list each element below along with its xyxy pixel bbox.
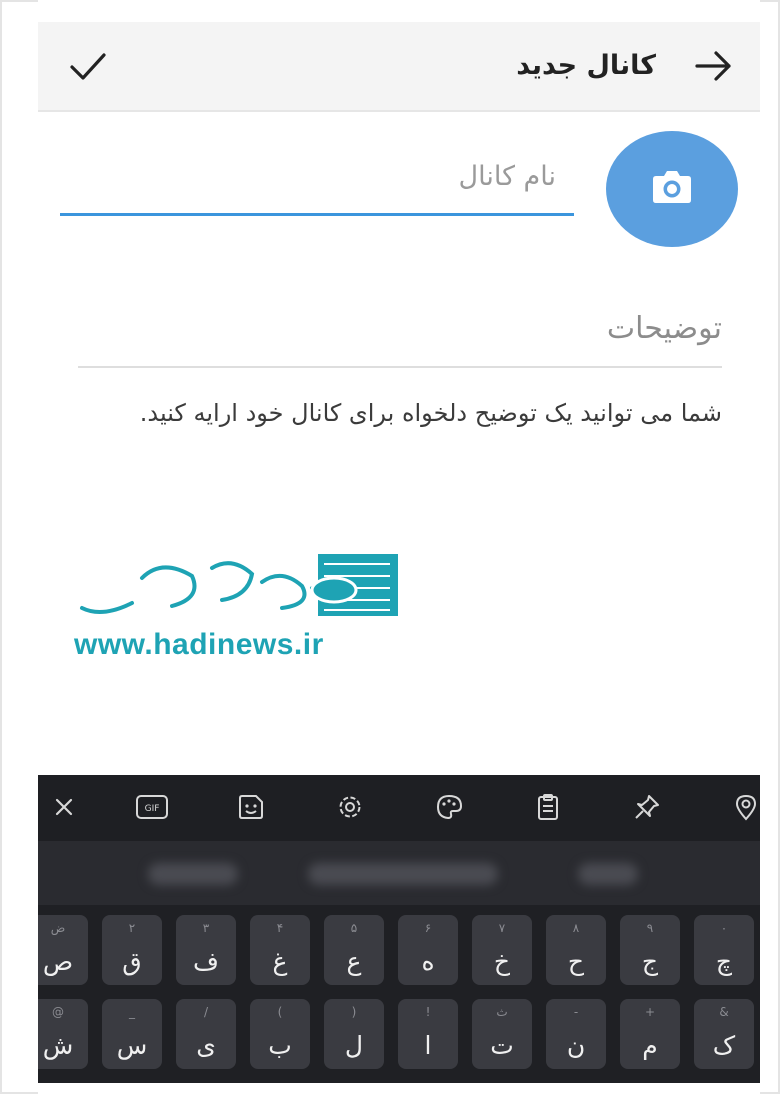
key-secondary-label: ۶ — [424, 921, 432, 935]
gear-icon[interactable] — [330, 787, 370, 827]
key-label: ت — [490, 1031, 514, 1060]
channel-name-input[interactable] — [60, 150, 574, 216]
key-10[interactable]: ضص — [38, 915, 88, 985]
new-channel-screen: کانال جدید شما می توانید یک توضیح دلخواه… — [38, 0, 760, 1094]
key-label: س — [116, 1031, 148, 1060]
description-hint: شما می توانید یک توضیح دلخواه برای کانال… — [139, 399, 722, 427]
key-label: ب — [268, 1031, 292, 1060]
pin-icon[interactable] — [627, 787, 667, 827]
key-secondary-label: ۷ — [498, 921, 506, 935]
key-secondary-label: ۳ — [202, 921, 210, 935]
close-icon[interactable] — [44, 787, 84, 827]
back-button[interactable] — [690, 42, 738, 90]
key-secondary-label: ۵ — [350, 921, 358, 935]
key-label: ک — [712, 1031, 736, 1060]
key-label: ه — [421, 947, 435, 976]
description-input[interactable] — [78, 300, 722, 368]
key-label: ص — [42, 947, 74, 976]
key-4[interactable]: ۷خ — [472, 915, 532, 985]
app-bar: کانال جدید — [38, 22, 760, 112]
key-2[interactable]: + م — [620, 999, 680, 1069]
key-10[interactable]: @ ش — [38, 999, 88, 1069]
key-label: غ — [272, 947, 288, 976]
suggestion-item[interactable] — [578, 863, 638, 885]
key-8[interactable]: ۳ف — [176, 915, 236, 985]
key-secondary-label: - — [573, 1005, 579, 1019]
key-secondary-label: ۲ — [128, 921, 136, 935]
key-secondary-label: ۴ — [276, 921, 284, 935]
bottom-edge — [38, 1083, 760, 1094]
watermark: www.hadinews.ir — [72, 548, 402, 668]
key-1[interactable]: ۰چ — [694, 915, 754, 985]
watermark-url: www.hadinews.ir — [74, 628, 324, 661]
check-icon — [70, 53, 106, 80]
key-secondary-label: & — [719, 1005, 729, 1019]
suggestion-item[interactable] — [308, 863, 498, 885]
key-label: ق — [122, 947, 142, 976]
key-6[interactable]: ۵ع — [324, 915, 384, 985]
watermark-logo — [72, 550, 402, 620]
key-3[interactable]: ۸ح — [546, 915, 606, 985]
key-8[interactable]: / ی — [176, 999, 236, 1069]
key-4[interactable]: ثت — [472, 999, 532, 1069]
suggestion-bar — [38, 841, 760, 905]
camera-icon — [653, 171, 691, 203]
key-9[interactable]: ۲ق — [102, 915, 162, 985]
key-label: خ — [493, 947, 511, 976]
key-1[interactable]: & ک — [694, 999, 754, 1069]
channel-photo-button[interactable] — [606, 131, 738, 247]
gif-icon[interactable]: GIF — [132, 787, 172, 827]
key-3[interactable]: -ن — [546, 999, 606, 1069]
key-label: ی — [196, 1031, 216, 1060]
key-secondary-label: ) — [351, 1005, 357, 1019]
key-secondary-label: ۹ — [646, 921, 654, 935]
clipboard-icon[interactable] — [528, 787, 568, 827]
arrow-right-icon — [695, 51, 731, 81]
key-label: ش — [42, 1031, 74, 1060]
soft-keyboard: GIF ۰چ۹ج۸ح۷خ۶ ه ۵ ع ۴ غ ۳ ف ۲ ق ض ص & ک … — [38, 775, 760, 1083]
palette-icon[interactable] — [429, 787, 469, 827]
key-secondary-label: @ — [52, 1005, 64, 1019]
key-secondary-label: ( — [277, 1005, 283, 1019]
key-9[interactable]: _ س — [102, 999, 162, 1069]
page-title: کانال جدید — [516, 50, 656, 81]
suggestion-item[interactable] — [148, 863, 238, 885]
key-secondary-label: / — [203, 1005, 209, 1019]
key-label: ج — [641, 947, 659, 976]
key-label: ل — [344, 1031, 364, 1060]
confirm-button[interactable] — [64, 42, 112, 90]
key-label: ح — [567, 947, 585, 976]
key-label: ع — [346, 947, 362, 976]
key-secondary-label: ! — [425, 1005, 431, 1019]
key-secondary-label: ۰ — [720, 921, 728, 935]
key-secondary-label: + — [644, 1005, 656, 1019]
key-secondary-label: _ — [129, 1005, 135, 1019]
key-6[interactable]: ) ل — [324, 999, 384, 1069]
key-7[interactable]: (ب — [250, 999, 310, 1069]
key-label: ا — [424, 1031, 432, 1060]
key-label: چ — [715, 947, 733, 976]
key-label: م — [642, 1031, 658, 1060]
key-5[interactable]: ۶ه — [398, 915, 458, 985]
key-7[interactable]: ۴غ — [250, 915, 310, 985]
key-5[interactable]: ! ا — [398, 999, 458, 1069]
svg-text:GIF: GIF — [145, 804, 160, 814]
key-2[interactable]: ۹ج — [620, 915, 680, 985]
key-label: ن — [566, 1031, 586, 1060]
keyboard-toolbar: GIF — [38, 775, 760, 841]
sticker-icon[interactable] — [231, 787, 271, 827]
key-secondary-label: ض — [50, 921, 66, 935]
key-label: ف — [193, 947, 219, 976]
key-secondary-label: ث — [496, 1005, 508, 1019]
key-secondary-label: ۸ — [572, 921, 580, 935]
location-icon[interactable] — [726, 787, 760, 827]
